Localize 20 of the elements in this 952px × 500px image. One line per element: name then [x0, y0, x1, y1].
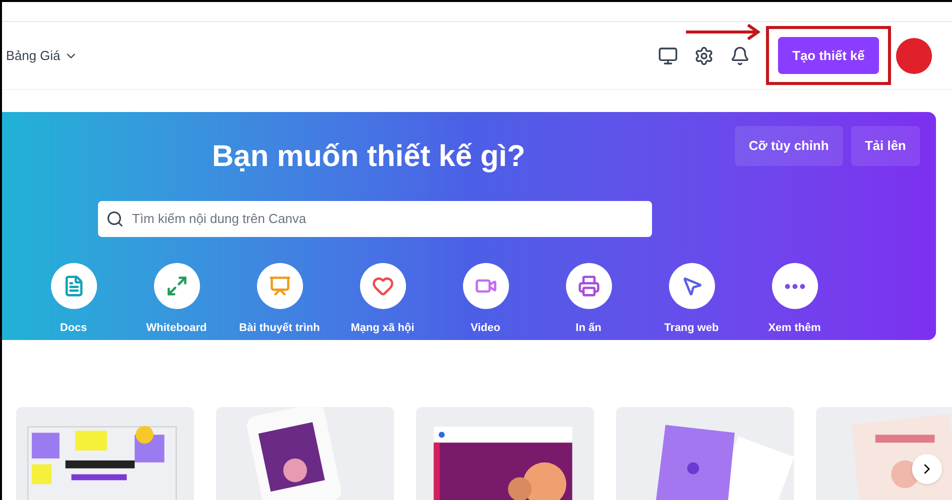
- category-button[interactable]: Docs: [22, 263, 125, 336]
- category-button[interactable]: Mạng xã hội: [331, 263, 434, 336]
- category-button[interactable]: In ấn: [537, 263, 640, 336]
- category-button[interactable]: Trang web: [640, 263, 743, 336]
- hero-title: Bạn muốn thiết kế gì?: [212, 139, 526, 175]
- category-button[interactable]: Bài thuyết trình: [228, 263, 331, 336]
- search-icon: [106, 210, 124, 228]
- create-design-button[interactable]: Tạo thiết kế: [778, 36, 879, 74]
- notification-icon[interactable]: [730, 46, 750, 66]
- hero-button[interactable]: Tải lên: [850, 126, 920, 166]
- settings-icon[interactable]: [694, 46, 714, 66]
- category-button[interactable]: Whiteboard: [125, 263, 228, 336]
- category-button[interactable]: Video: [434, 263, 537, 336]
- avatar[interactable]: [896, 38, 932, 74]
- monitor-icon[interactable]: [658, 46, 678, 66]
- search-field[interactable]: Tìm kiếm nội dung trên Canva: [98, 201, 652, 237]
- hero-button[interactable]: Cỡ tùy chỉnh: [734, 126, 843, 166]
- pricing-menu[interactable]: Bảng Giá: [6, 46, 78, 66]
- search-input[interactable]: Tìm kiếm nội dung trên Canva: [132, 209, 644, 229]
- category-button[interactable]: Xem thêm: [743, 263, 846, 336]
